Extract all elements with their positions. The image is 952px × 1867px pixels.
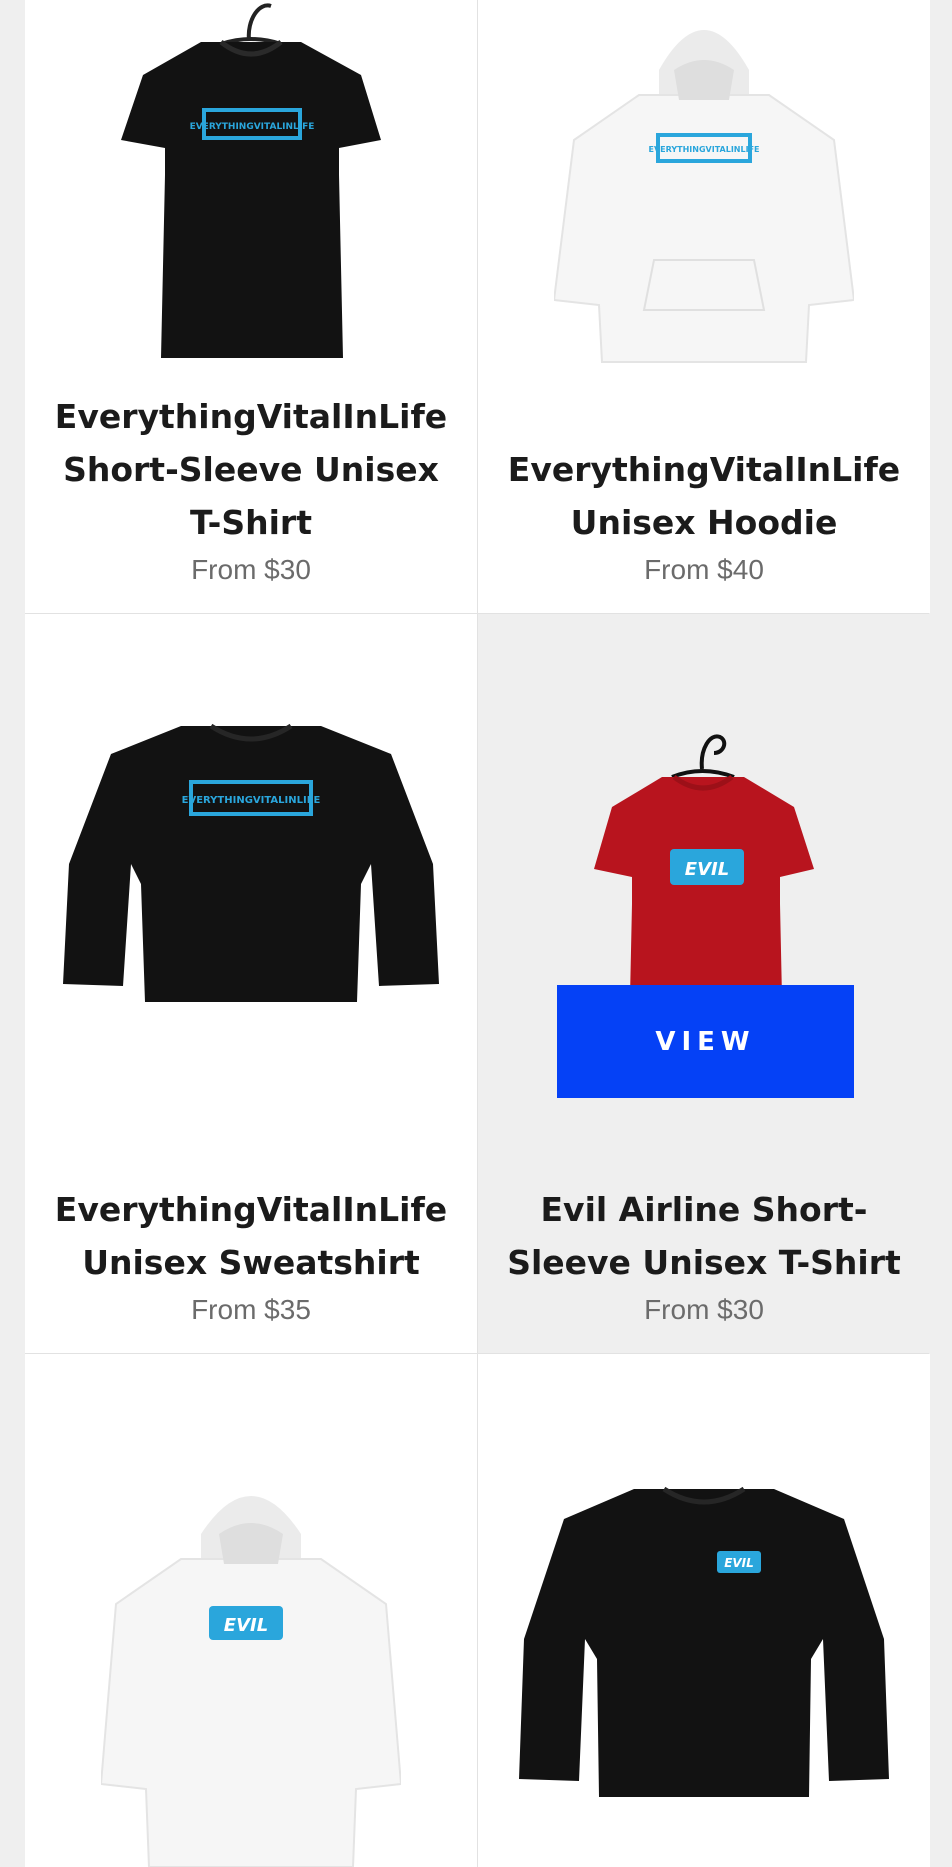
product-price: From $30 xyxy=(644,1294,764,1325)
product-title[interactable]: EverythingVitalInLife Short-Sleeve Unise… xyxy=(51,390,451,549)
product-card-hovered[interactable]: EVIL VIEW Evil Airline Short-Sleeve Unis… xyxy=(478,614,930,1353)
view-button[interactable]: VIEW xyxy=(557,985,854,1098)
svg-text:EVIL: EVIL xyxy=(224,1615,268,1636)
product-price: From $35 xyxy=(191,1294,311,1325)
product-info: EverythingVitalInLife Unisex Sweatshirt … xyxy=(25,1183,477,1327)
svg-text:EVERYTHINGVITALINLIFE: EVERYTHINGVITALINLIFE xyxy=(649,145,760,154)
sweatshirt-image: EVERYTHINGVITALINLIFE xyxy=(63,723,439,1002)
hoodie-image: EVERYTHINGVITALINLIFE xyxy=(554,30,854,363)
product-card[interactable]: EVIL xyxy=(478,1354,930,1867)
product-card[interactable]: EVIL xyxy=(25,1354,477,1867)
product-card[interactable]: EVERYTHINGVITALINLIFE EverythingVitalInL… xyxy=(478,0,930,613)
product-title[interactable]: Evil Airline Short-Sleeve Unisex T-Shirt xyxy=(504,1183,904,1289)
product-card[interactable]: EVERYTHINGVITALINLIFE EverythingVitalInL… xyxy=(25,614,477,1353)
product-image[interactable]: EVIL xyxy=(478,1479,930,1809)
svg-text:EVERYTHINGVITALINLIFE: EVERYTHINGVITALINLIFE xyxy=(190,122,315,132)
svg-text:EVIL: EVIL xyxy=(685,859,729,880)
product-info: Evil Airline Short-Sleeve Unisex T-Shirt… xyxy=(478,1183,930,1327)
product-card[interactable]: EVERYTHINGVITALINLIFE EverythingVitalInL… xyxy=(25,0,477,613)
product-image[interactable]: EVIL xyxy=(25,1464,477,1867)
product-image[interactable]: EVERYTHINGVITALINLIFE xyxy=(25,714,477,1014)
hoodie-image: EVIL xyxy=(101,1496,401,1867)
product-info: EverythingVitalInLife Short-Sleeve Unise… xyxy=(25,390,477,587)
svg-text:EVIL: EVIL xyxy=(724,1556,754,1570)
sweatshirt-image: EVIL xyxy=(519,1486,889,1797)
product-price: From $40 xyxy=(644,554,764,585)
product-title[interactable]: EverythingVitalInLife Unisex Sweatshirt xyxy=(51,1183,451,1289)
product-image[interactable]: EVERYTHINGVITALINLIFE xyxy=(478,0,930,370)
tshirt-image: EVERYTHINGVITALINLIFE xyxy=(121,3,381,358)
product-info: EverythingVitalInLife Unisex Hoodie From… xyxy=(478,443,930,587)
product-title[interactable]: EverythingVitalInLife Unisex Hoodie xyxy=(504,443,904,549)
product-price: From $30 xyxy=(191,554,311,585)
product-image[interactable]: EVERYTHINGVITALINLIFE xyxy=(25,0,477,370)
product-grid: EVERYTHINGVITALINLIFE EverythingVitalInL… xyxy=(25,0,930,1867)
svg-text:EVERYTHINGVITALINLIFE: EVERYTHINGVITALINLIFE xyxy=(182,795,321,806)
